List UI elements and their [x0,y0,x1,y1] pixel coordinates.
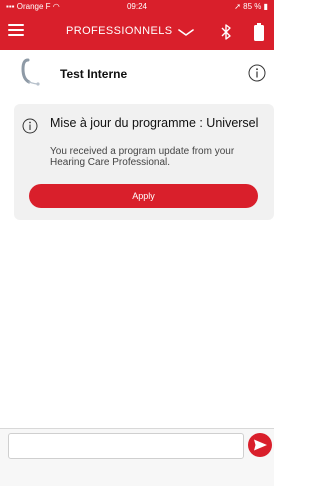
bluetooth-icon[interactable] [219,23,233,41]
location-icon: ➚ [234,2,241,11]
message-composer [0,428,274,486]
nav-title[interactable]: PROFESSIONNELS [66,25,172,37]
nav-bar: PROFESSIONNELS [0,14,274,50]
info-icon [22,118,38,134]
device-row: Test Interne [0,52,274,92]
status-right: ➚ 85 % ▮ [234,2,268,11]
hearing-aid-icon [21,58,40,86]
menu-icon[interactable] [8,24,24,40]
chevron-down-icon[interactable] [178,26,194,38]
send-icon[interactable] [247,432,273,458]
update-message: You received a program update from your … [50,146,235,168]
update-title: Mise à jour du programme : Universel [50,116,259,130]
status-battery-icon: ▮ [263,2,268,11]
update-card: Mise à jour du programme : Universel You… [14,104,274,220]
status-time: 09:24 [126,2,148,11]
battery-percent: 85 % [243,2,262,11]
battery-icon[interactable] [254,23,264,41]
info-icon[interactable] [248,64,266,82]
message-input[interactable] [8,433,244,459]
apply-button[interactable]: Apply [29,184,258,208]
status-bar: ▪▪▪ Orange F ◠ 09:24 ➚ 85 % ▮ [0,0,274,14]
device-name: Test Interne [60,67,128,81]
